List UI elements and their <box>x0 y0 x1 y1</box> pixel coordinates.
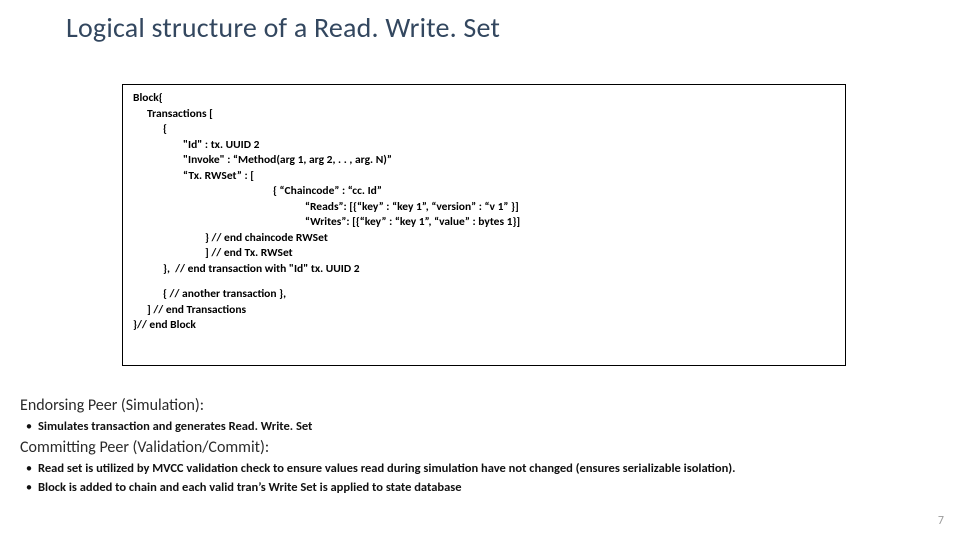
code-line: "Id" : tx. UUID 2 <box>133 138 835 154</box>
slide: Logical structure of a Read. Write. Set … <box>0 0 960 540</box>
code-line: “Writes”: [{“key” : “key 1”, “value” : b… <box>133 215 835 231</box>
page-title: Logical structure of a Read. Write. Set <box>66 10 500 45</box>
code-line: "Invoke" : “Method(arg 1, arg 2, . . , a… <box>133 153 835 169</box>
code-line: }// end Block <box>133 318 835 334</box>
bullet-text: Block is added to chain and each valid t… <box>38 480 940 495</box>
code-line: Transactions [ <box>133 107 835 123</box>
bullet-dot-icon: • <box>20 461 38 476</box>
bullet-dot-icon: • <box>20 419 38 434</box>
bullet-item: • Block is added to chain and each valid… <box>20 480 940 495</box>
bullet-item: • Simulates transaction and generates Re… <box>20 419 940 434</box>
body-region: Endorsing Peer (Simulation): • Simulates… <box>20 394 940 499</box>
committing-heading: Committing Peer (Validation/Commit): <box>20 438 940 457</box>
code-line: { // another transaction }, <box>133 287 835 303</box>
bullet-dot-icon: • <box>20 480 38 495</box>
code-line: { <box>133 122 835 138</box>
code-line: Block{ <box>133 91 835 107</box>
bullet-item: • Read set is utilized by MVCC validatio… <box>20 461 940 476</box>
code-line: ] // end Transactions <box>133 303 835 319</box>
code-line: }, // end transaction with "Id" tx. UUID… <box>133 262 835 278</box>
code-line: ] // end Tx. RWSet <box>133 246 835 262</box>
bullet-text: Read set is utilized by MVCC validation … <box>38 461 940 476</box>
code-box: Block{ Transactions [ { "Id" : tx. UUID … <box>122 84 846 366</box>
code-blank <box>133 277 835 287</box>
endorsing-heading: Endorsing Peer (Simulation): <box>20 396 940 415</box>
code-line: “Reads”: [{“key” : “key 1”, “version” : … <box>133 200 835 216</box>
page-number: 7 <box>938 514 944 528</box>
code-line: } // end chaincode RWSet <box>133 231 835 247</box>
code-line: “Tx. RWSet” : [ <box>133 169 835 185</box>
bullet-text: Simulates transaction and generates Read… <box>38 419 940 434</box>
code-line: { “Chaincode” : “cc. Id” <box>133 184 835 200</box>
